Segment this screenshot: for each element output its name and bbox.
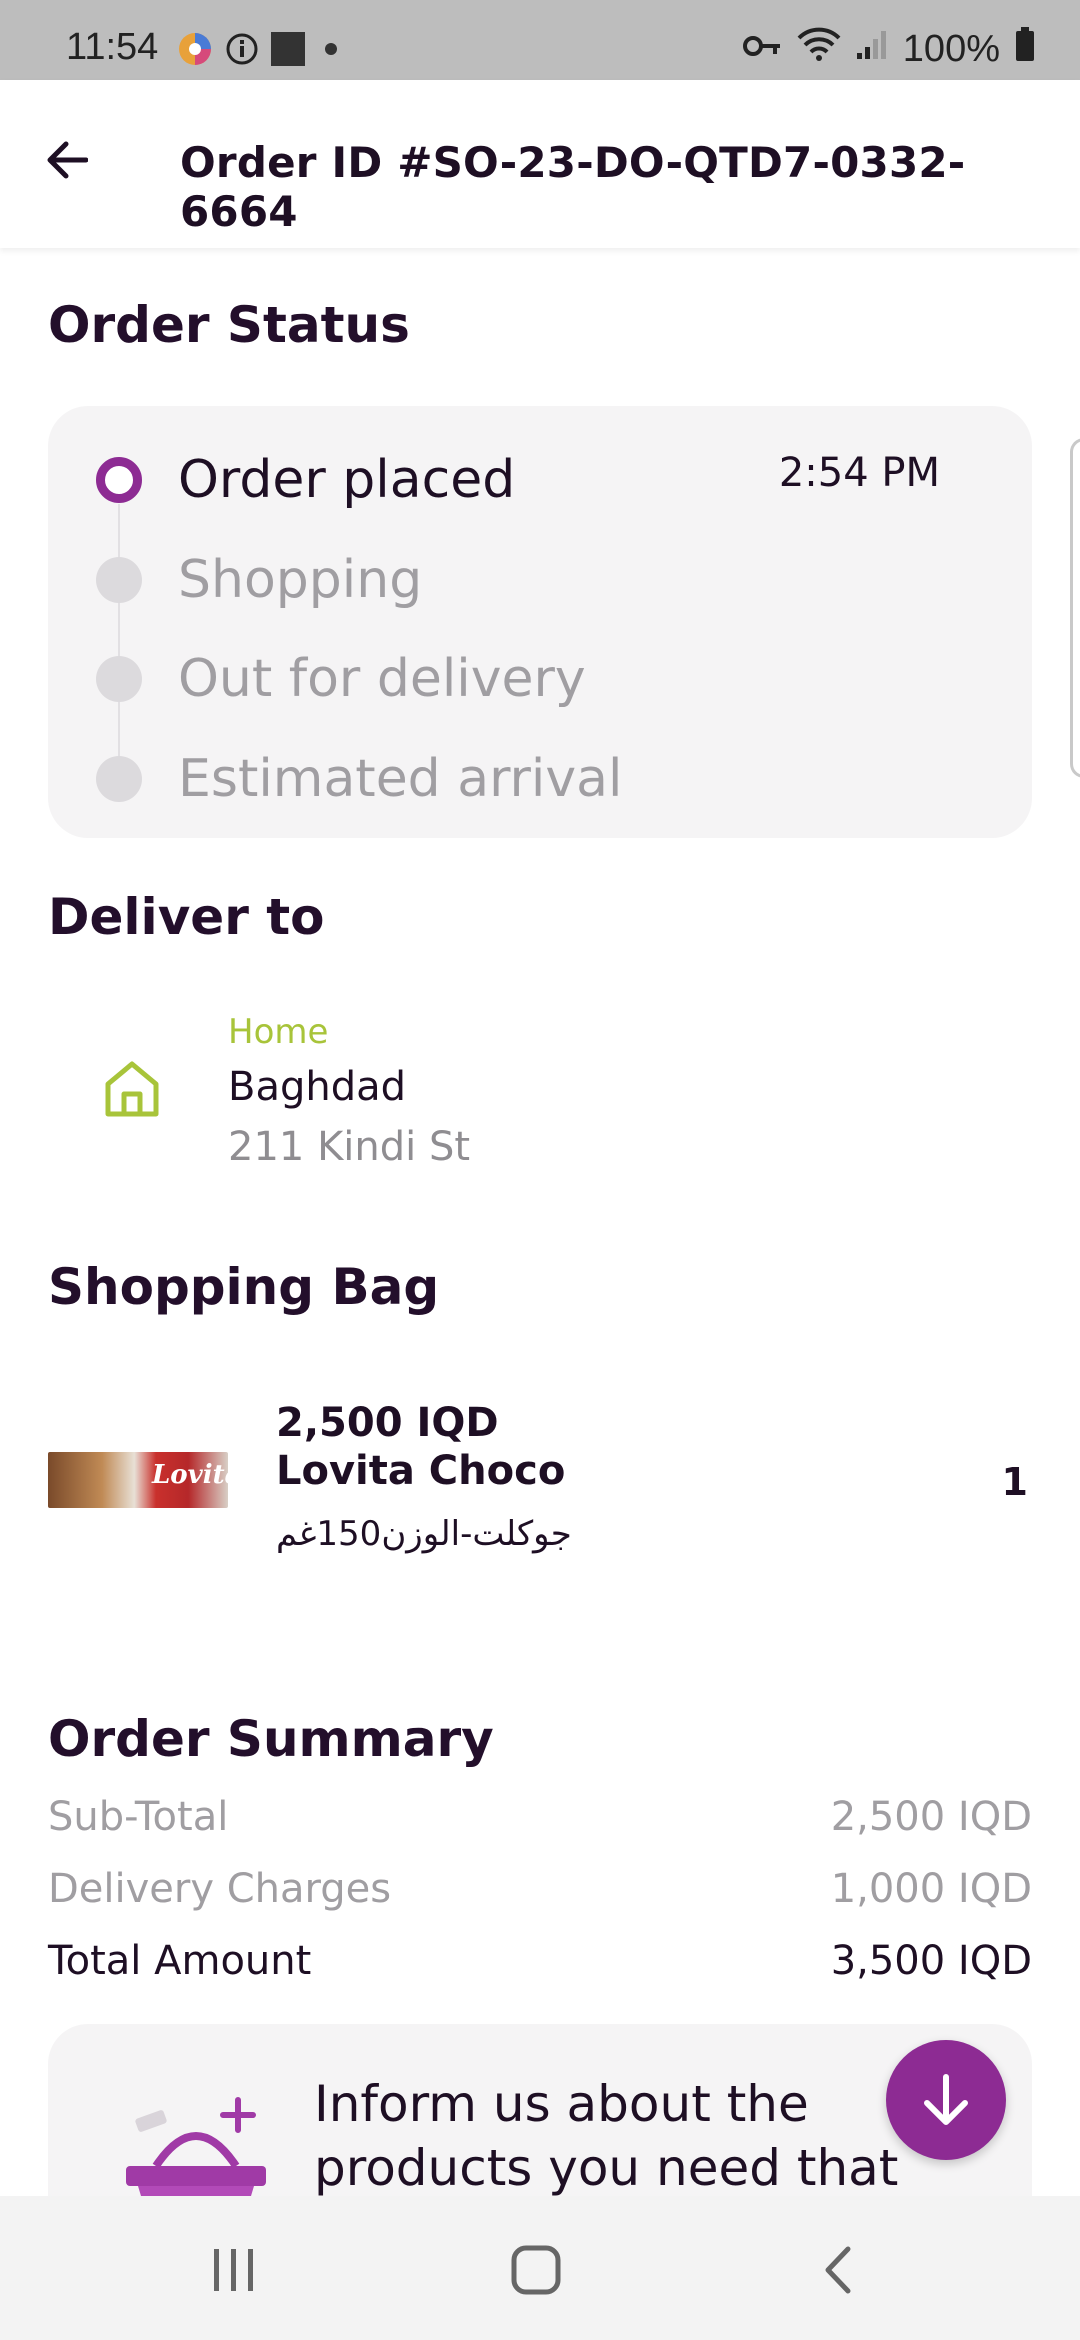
address-city: Baghdad [228, 1064, 406, 1110]
signal-icon [855, 27, 889, 71]
delivery-charges-value: 1,000 IQD [830, 1866, 1032, 1912]
subtotal-label: Sub-Total [48, 1794, 229, 1840]
step-label: Shopping [178, 550, 423, 610]
product-price: 2,500 IQD [276, 1400, 499, 1446]
step-time: 2:54 PM [778, 450, 940, 496]
step-label: Order placed [178, 450, 516, 510]
battery-icon [1014, 26, 1036, 72]
product-image: Lovita [48, 1452, 228, 1508]
subtotal-row: Sub-Total 2,500 IQD [48, 1794, 1032, 1840]
side-drawer-handle[interactable] [1070, 438, 1080, 778]
key-icon [742, 28, 783, 71]
home-square-icon [511, 2245, 561, 2295]
step-dot [96, 656, 142, 702]
product-quantity: 1 [1001, 1460, 1028, 1504]
total-label: Total Amount [48, 1938, 312, 1984]
shopping-bag-title: Shopping Bag [48, 1258, 440, 1316]
request-products-text: Inform us about the products you need th… [314, 2075, 899, 2197]
subtotal-value: 2,500 IQD [830, 1794, 1032, 1840]
product-image-brand: Lovita [152, 1460, 228, 1490]
recent-apps-button[interactable] [204, 2240, 264, 2300]
address-street: 211 Kindi St [228, 1124, 471, 1170]
delivery-charges-label: Delivery Charges [48, 1866, 392, 1912]
product-name: Lovita Choco [276, 1448, 566, 1494]
order-status-card: Order placed 2:54 PM Shopping Out for de… [48, 406, 1032, 838]
step-dot-active [96, 457, 142, 503]
system-back-button[interactable] [808, 2240, 868, 2300]
step-dot [96, 756, 142, 802]
home-icon [104, 1060, 160, 1122]
step-shopping: Shopping [96, 550, 422, 610]
delivery-charges-row: Delivery Charges 1,000 IQD [48, 1866, 1032, 1912]
system-nav-bar [0, 2196, 1080, 2340]
step-label: Out for delivery [178, 649, 586, 709]
status-bar: 11:54 100% [0, 0, 1080, 80]
deliver-to-title: Deliver to [48, 888, 325, 946]
total-row: Total Amount 3,500 IQD [48, 1938, 1032, 1984]
step-dot [96, 557, 142, 603]
address-label: Home [228, 1012, 329, 1052]
battery-label: 100% [902, 27, 1000, 70]
wifi-icon [797, 26, 841, 72]
order-summary-title: Order Summary [48, 1710, 494, 1768]
home-button[interactable] [506, 2240, 566, 2300]
info-icon [224, 31, 260, 72]
status-time: 11:54 [66, 26, 159, 68]
app-bar: Order ID #SO-23-DO-QTD7-0332-6664 [0, 80, 1080, 248]
app-notification-icon [176, 30, 214, 73]
arrow-left-icon [47, 141, 88, 179]
product-description: جوكلت-الوزن150غم [276, 1514, 572, 1554]
total-value: 3,500 IQD [830, 1938, 1032, 1984]
recent-apps-icon [214, 2249, 253, 2291]
page-title: Order ID #SO-23-DO-QTD7-0332-6664 [180, 138, 966, 236]
step-estimated-arrival: Estimated arrival [96, 749, 622, 809]
dot-icon [316, 31, 346, 72]
chevron-left-icon [825, 2246, 851, 2294]
step-order-placed: Order placed [96, 450, 515, 510]
back-button[interactable] [36, 130, 96, 190]
order-status-title: Order Status [48, 296, 410, 354]
square-notification-icon [270, 31, 306, 72]
scroll-down-button[interactable] [886, 2040, 1006, 2160]
step-label: Estimated arrival [178, 749, 623, 809]
step-out-for-delivery: Out for delivery [96, 649, 586, 709]
arrow-down-icon [924, 2074, 968, 2125]
